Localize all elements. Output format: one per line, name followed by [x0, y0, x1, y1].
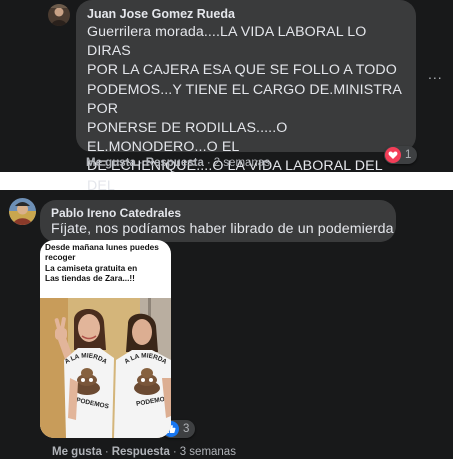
- comment-actions: Me gusta · Respuesta · 2 semanas: [86, 157, 270, 169]
- heart-icon: [385, 147, 401, 163]
- like-button[interactable]: Me gusta: [52, 446, 102, 458]
- separator-dot: ·: [206, 157, 211, 169]
- reply-button[interactable]: Respuesta: [146, 157, 204, 169]
- avatar[interactable]: [9, 198, 36, 225]
- like-button[interactable]: Me gusta: [86, 157, 136, 169]
- avatar[interactable]: [48, 4, 70, 26]
- reaction-count: 3: [183, 423, 190, 435]
- comment-actions: Me gusta · Respuesta · 3 semanas: [52, 446, 236, 458]
- comment-author[interactable]: Pablo Ireno Catedrales: [51, 206, 181, 220]
- reaction-count: 1: [405, 149, 412, 161]
- reply-button[interactable]: Respuesta: [112, 446, 170, 458]
- separator-dot: ·: [138, 157, 143, 169]
- comment-bubble: Juan Jose Gomez Rueda Guerrilera morada.…: [76, 0, 416, 270]
- comment-attachment-image[interactable]: Desde mañana lunes puedes recoger La cam…: [40, 240, 171, 438]
- meme-photo: A LA MIERDA A LA MIERDA PODEMOS PODEMOS: [40, 298, 171, 438]
- more-options-icon[interactable]: ...: [428, 66, 443, 82]
- comment-author[interactable]: Juan Jose Gomez Rueda: [87, 7, 235, 21]
- comment-time[interactable]: 3 semanas: [180, 446, 236, 458]
- separator-dot: ·: [104, 446, 109, 458]
- reaction-summary[interactable]: 1: [384, 146, 418, 164]
- comment-1: Juan Jose Gomez Rueda Guerrilera morada.…: [0, 0, 453, 270]
- separator-dot: ·: [172, 446, 177, 458]
- comment-time[interactable]: 2 semanas: [214, 157, 270, 169]
- comment-text: Fíjate, nos podíamos haber librado de un…: [51, 221, 394, 237]
- comment-bubble: Pablo Ireno Catedrales Fíjate, nos podía…: [40, 200, 396, 242]
- attachment-caption: Desde mañana lunes puedes recoger La cam…: [45, 242, 159, 284]
